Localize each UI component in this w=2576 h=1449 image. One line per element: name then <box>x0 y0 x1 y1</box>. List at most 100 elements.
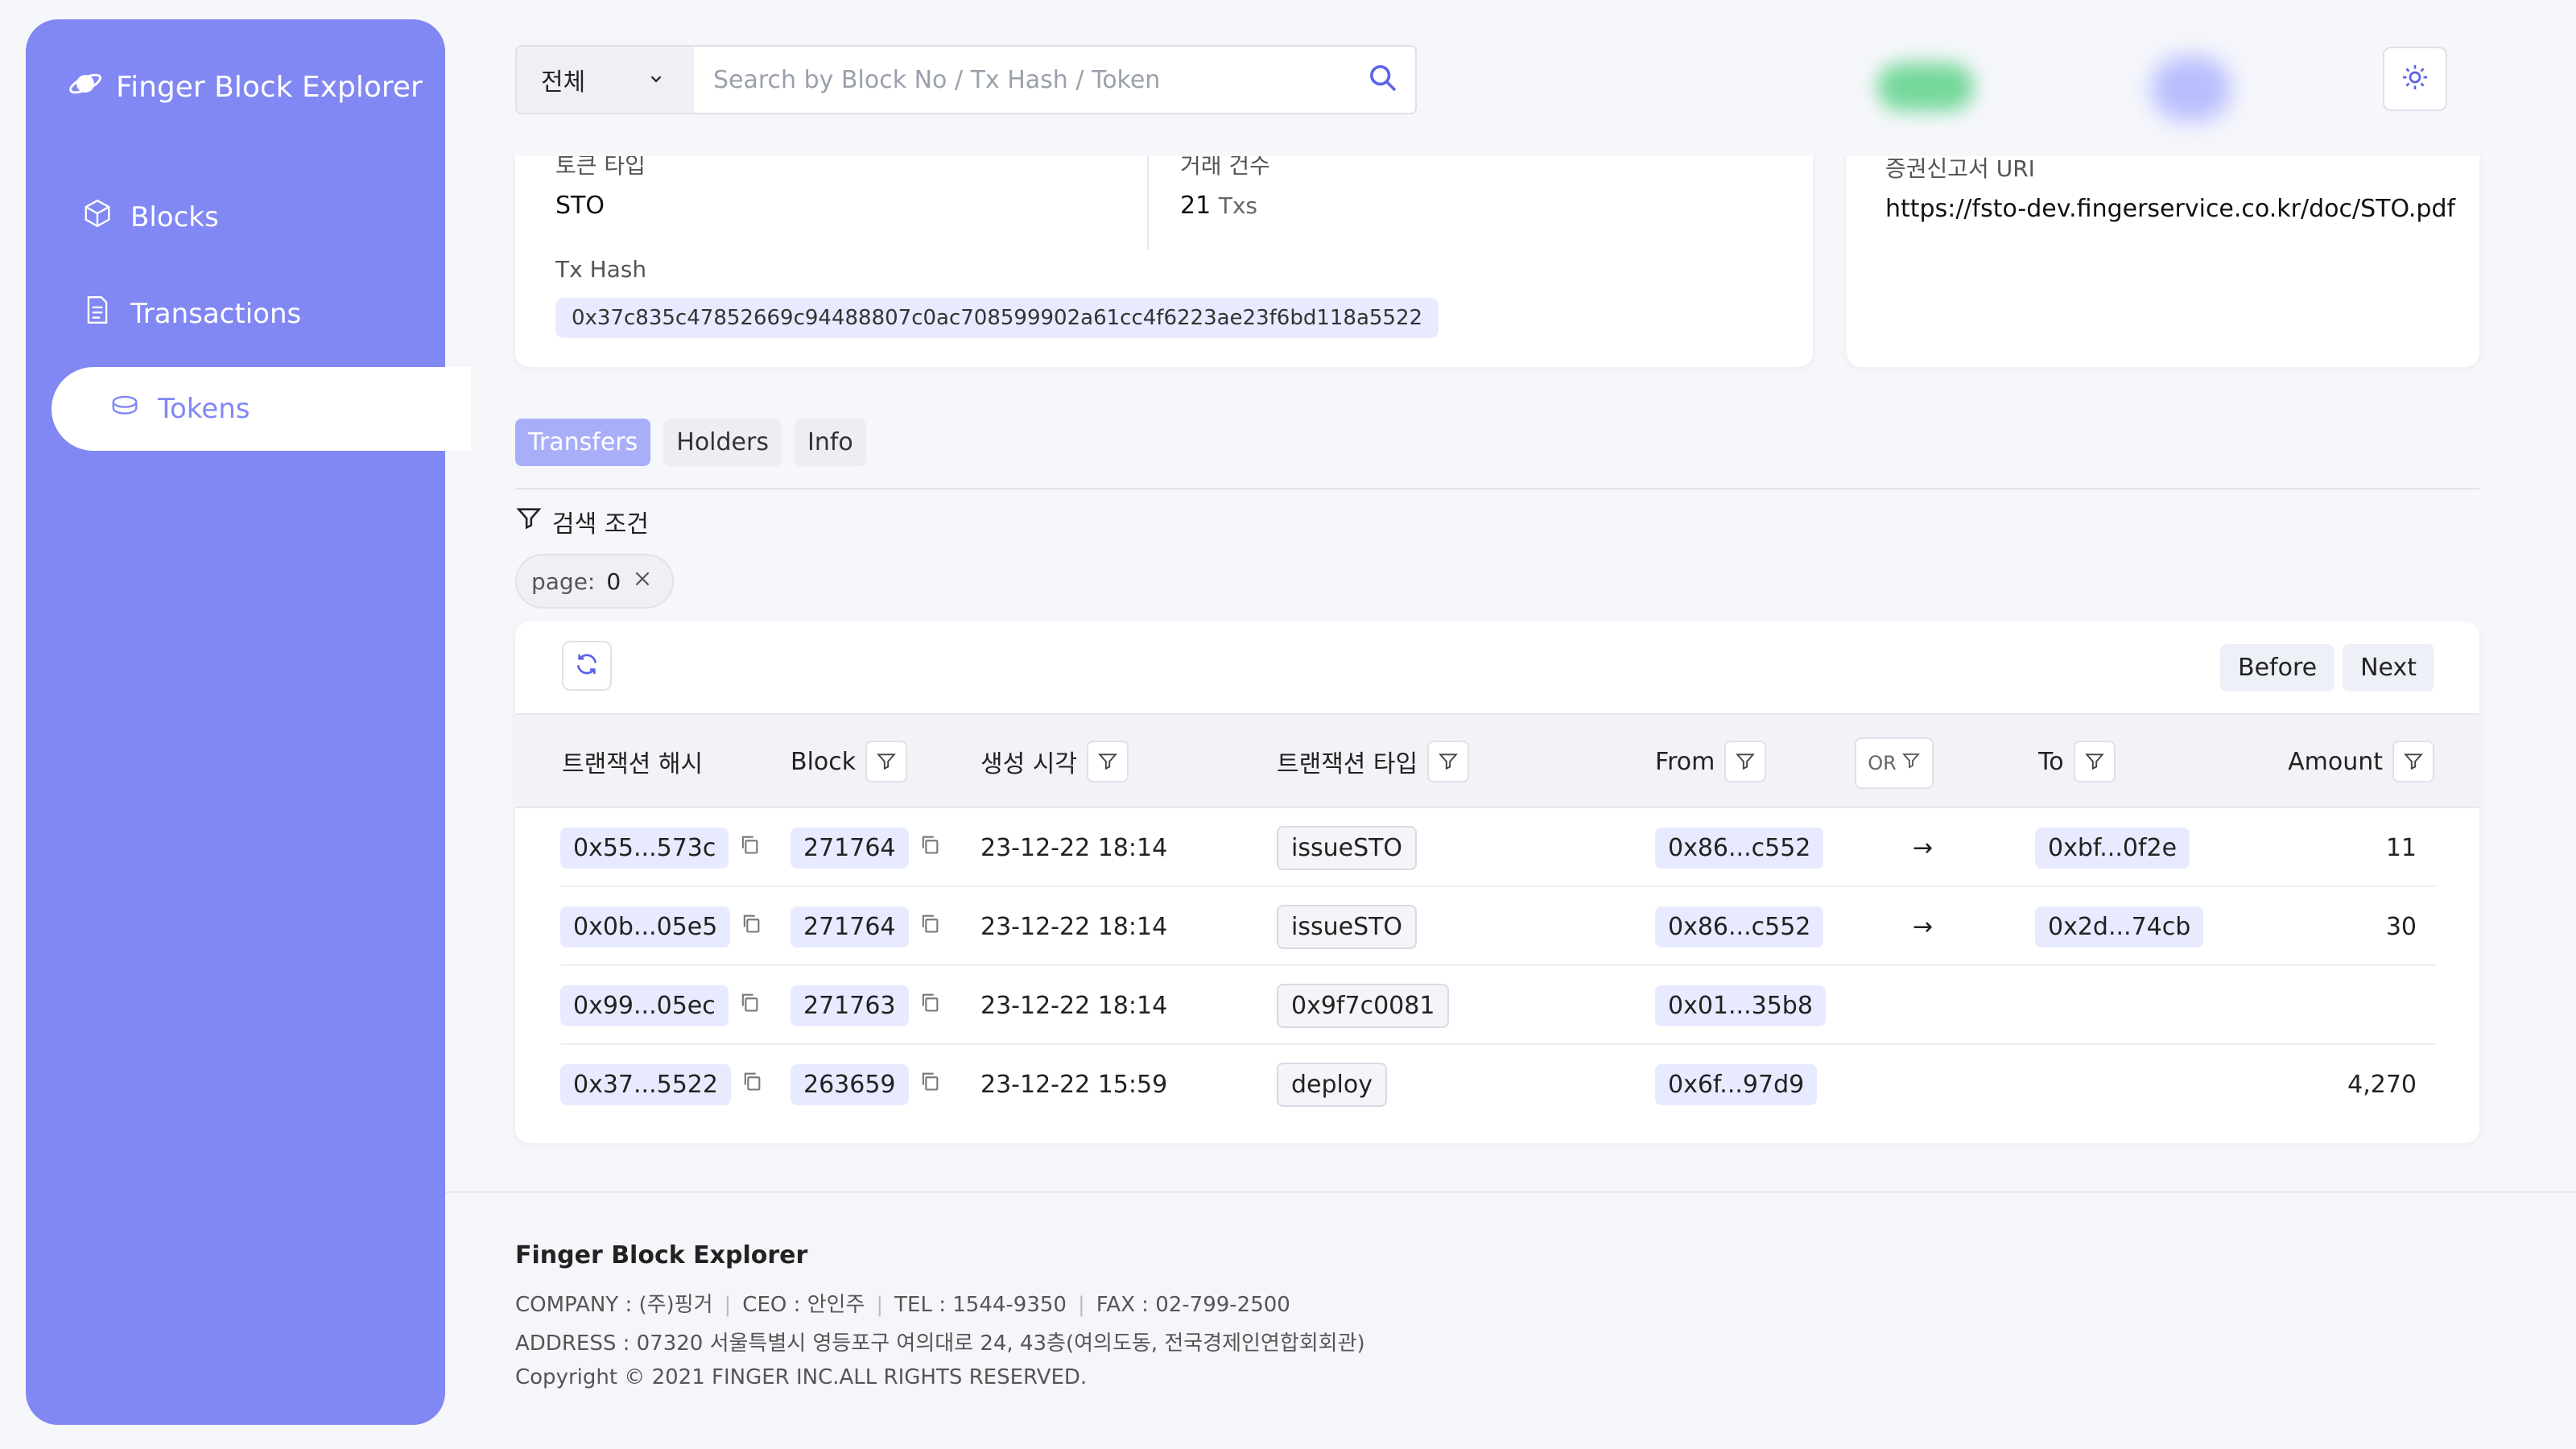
col-amount: Amount <box>2288 739 2434 784</box>
tx-count-value: 21 <box>1180 192 1212 220</box>
tx-hash-link[interactable]: 0x0b...05e5 <box>560 906 731 947</box>
block-link[interactable]: 271764 <box>791 906 909 947</box>
copy-icon[interactable] <box>738 833 761 862</box>
footer-ceo: CEO : 안인주 <box>742 1293 865 1317</box>
block-cell: 271764 <box>791 903 941 950</box>
brand[interactable]: Finger Block Explorer <box>68 66 423 109</box>
arrow-right-icon: → <box>1913 912 1934 941</box>
block-link[interactable]: 263659 <box>791 1063 909 1105</box>
filter-icon[interactable] <box>1724 741 1767 782</box>
uri-link[interactable]: https://fsto-dev.fingerservice.co.kr/doc… <box>1885 195 2455 223</box>
divider <box>1147 145 1149 250</box>
filter-chip-page[interactable]: page: 0 <box>515 554 675 609</box>
from-cell: 0x01...35b8 <box>1655 982 1826 1029</box>
tx-hash-label: Tx Hash <box>555 256 647 283</box>
tx-type-badge: issueSTO <box>1277 825 1418 870</box>
tx-hash-link[interactable]: 0x37...5522 <box>560 1063 731 1105</box>
block-link[interactable]: 271763 <box>791 985 909 1026</box>
table-row: 0x99...05ec 271763 23-12-22 18:14 0x9f7c008… <box>560 966 2436 1045</box>
filter-icon[interactable] <box>1086 741 1129 782</box>
filter-title: 검색 조건 <box>515 504 649 539</box>
brand-name: Finger Block Explorer <box>116 71 423 104</box>
sidebar: Finger Block Explorer Blocks Transaction… <box>26 19 471 1425</box>
col-from-label: From <box>1655 747 1715 776</box>
to-address-link[interactable]: 0x2d...74cb <box>2035 906 2204 947</box>
tx-hash-cell: 0x0b...05e5 <box>560 903 762 950</box>
filter-icon[interactable] <box>2073 741 2116 782</box>
refresh-button[interactable] <box>562 641 612 691</box>
sidebar-item-blocks[interactable]: Blocks <box>82 198 219 236</box>
copy-icon[interactable] <box>919 991 941 1020</box>
copy-icon[interactable] <box>740 912 762 941</box>
block-link[interactable]: 271764 <box>791 827 909 869</box>
arrow-right-icon: → <box>1913 833 1934 862</box>
footer: Finger Block Explorer COMPANY : (주)핑거 | CE… <box>445 1191 2576 1449</box>
time-cell: 23-12-22 18:14 <box>980 991 1168 1020</box>
blurred-status <box>1877 63 1974 111</box>
tx-type-badge: deploy <box>1277 1062 1387 1107</box>
sidebar-item-tokens[interactable]: Tokens <box>52 367 471 451</box>
from-address-link[interactable]: 0x86...c552 <box>1655 827 1824 869</box>
tab-holders[interactable]: Holders <box>663 419 782 466</box>
tx-type-badge: 0x9f7c0081 <box>1277 983 1450 1028</box>
tab-info[interactable]: Info <box>794 419 866 466</box>
col-to: To <box>2038 739 2116 784</box>
time-cell: 23-12-22 18:14 <box>980 912 1168 941</box>
type-cell: deploy <box>1277 1061 1387 1108</box>
tx-hash-value[interactable]: 0x37c835c47852669c94488807c0ac708599902a… <box>555 298 1439 338</box>
copy-icon[interactable] <box>919 833 941 862</box>
token-tabs: Transfers Holders Info <box>515 419 866 466</box>
col-time: 생성 시각 <box>980 739 1129 784</box>
from-address-link[interactable]: 0x6f...97d9 <box>1655 1063 1818 1105</box>
footer-copyright: Copyright © 2021 FINGER INC.ALL RIGHTS R… <box>515 1365 1088 1389</box>
col-hash-label: 트랜잭션 해시 <box>562 750 704 778</box>
or-filter-toggle[interactable]: OR <box>1855 737 1934 789</box>
filter-icon[interactable] <box>1427 741 1470 782</box>
table-row: 0x37...5522 263659 23-12-22 15:59 deploy 0x6… <box>560 1045 2436 1124</box>
filter-icon[interactable] <box>865 741 908 782</box>
close-icon[interactable] <box>632 568 653 595</box>
time-cell: 23-12-22 15:59 <box>980 1070 1168 1099</box>
block-cell: 271764 <box>791 824 941 871</box>
type-cell: issueSTO <box>1277 824 1418 871</box>
copy-icon[interactable] <box>741 1070 763 1099</box>
from-address-link[interactable]: 0x86...c552 <box>1655 906 1824 947</box>
filter-chip-value: 0 <box>606 568 621 595</box>
tab-transfers[interactable]: Transfers <box>515 419 651 466</box>
sun-icon <box>2401 63 2429 95</box>
to-cell: 0x2d...74cb <box>2035 903 2204 950</box>
sidebar-item-transactions[interactable]: Transactions <box>82 295 301 332</box>
tx-hash-link[interactable]: 0x99...05ec <box>560 985 729 1026</box>
divider <box>515 488 2479 489</box>
from-cell: 0x86...c552 <box>1655 903 1824 950</box>
footer-company: COMPANY : (주)핑거 <box>515 1293 713 1317</box>
refresh-icon <box>574 651 600 680</box>
col-from: From <box>1655 739 1767 784</box>
copy-icon[interactable] <box>919 912 941 941</box>
table-row: 0x55...573c 271764 23-12-22 18:14 issueSTO 0… <box>560 808 2436 887</box>
footer-contact: COMPANY : (주)핑거 | CEO : 안인주 | TEL : 1544-935… <box>515 1293 1290 1317</box>
col-type: 트랜잭션 타입 <box>1277 739 1470 784</box>
copy-icon[interactable] <box>919 1070 941 1099</box>
filter-icon <box>515 505 543 539</box>
search-scope-select[interactable]: 전체 <box>517 47 694 113</box>
sidebar-item-label: Transactions <box>130 297 302 330</box>
copy-icon[interactable] <box>738 991 761 1020</box>
tx-type-badge: issueSTO <box>1277 904 1418 949</box>
to-cell: 0xbf...0f2e <box>2035 824 2190 871</box>
transfers-table-card: Before Next 트랜잭션 해시 Block 생성 시각 트랜잭션 타입 … <box>515 621 2479 1143</box>
from-cell: 0x86...c552 <box>1655 824 1824 871</box>
token-info-card: 토큰 타입 STO 거래 건수 21 Txs Tx Hash 0x37c835c… <box>515 121 1813 367</box>
filter-icon[interactable] <box>2392 741 2434 782</box>
from-address-link[interactable]: 0x01...35b8 <box>1655 985 1826 1026</box>
search-button[interactable] <box>1351 47 1415 113</box>
theme-toggle-button[interactable] <box>2383 47 2447 111</box>
token-type-value: STO <box>555 192 605 220</box>
to-address-link[interactable]: 0xbf...0f2e <box>2035 827 2190 869</box>
filter-chip-key: page: <box>531 568 596 595</box>
search-input[interactable] <box>694 47 1351 113</box>
next-button[interactable]: Next <box>2343 644 2434 691</box>
before-button[interactable]: Before <box>2220 644 2335 691</box>
tx-hash-link[interactable]: 0x55...573c <box>560 827 729 869</box>
time-cell: 23-12-22 18:14 <box>980 833 1168 862</box>
